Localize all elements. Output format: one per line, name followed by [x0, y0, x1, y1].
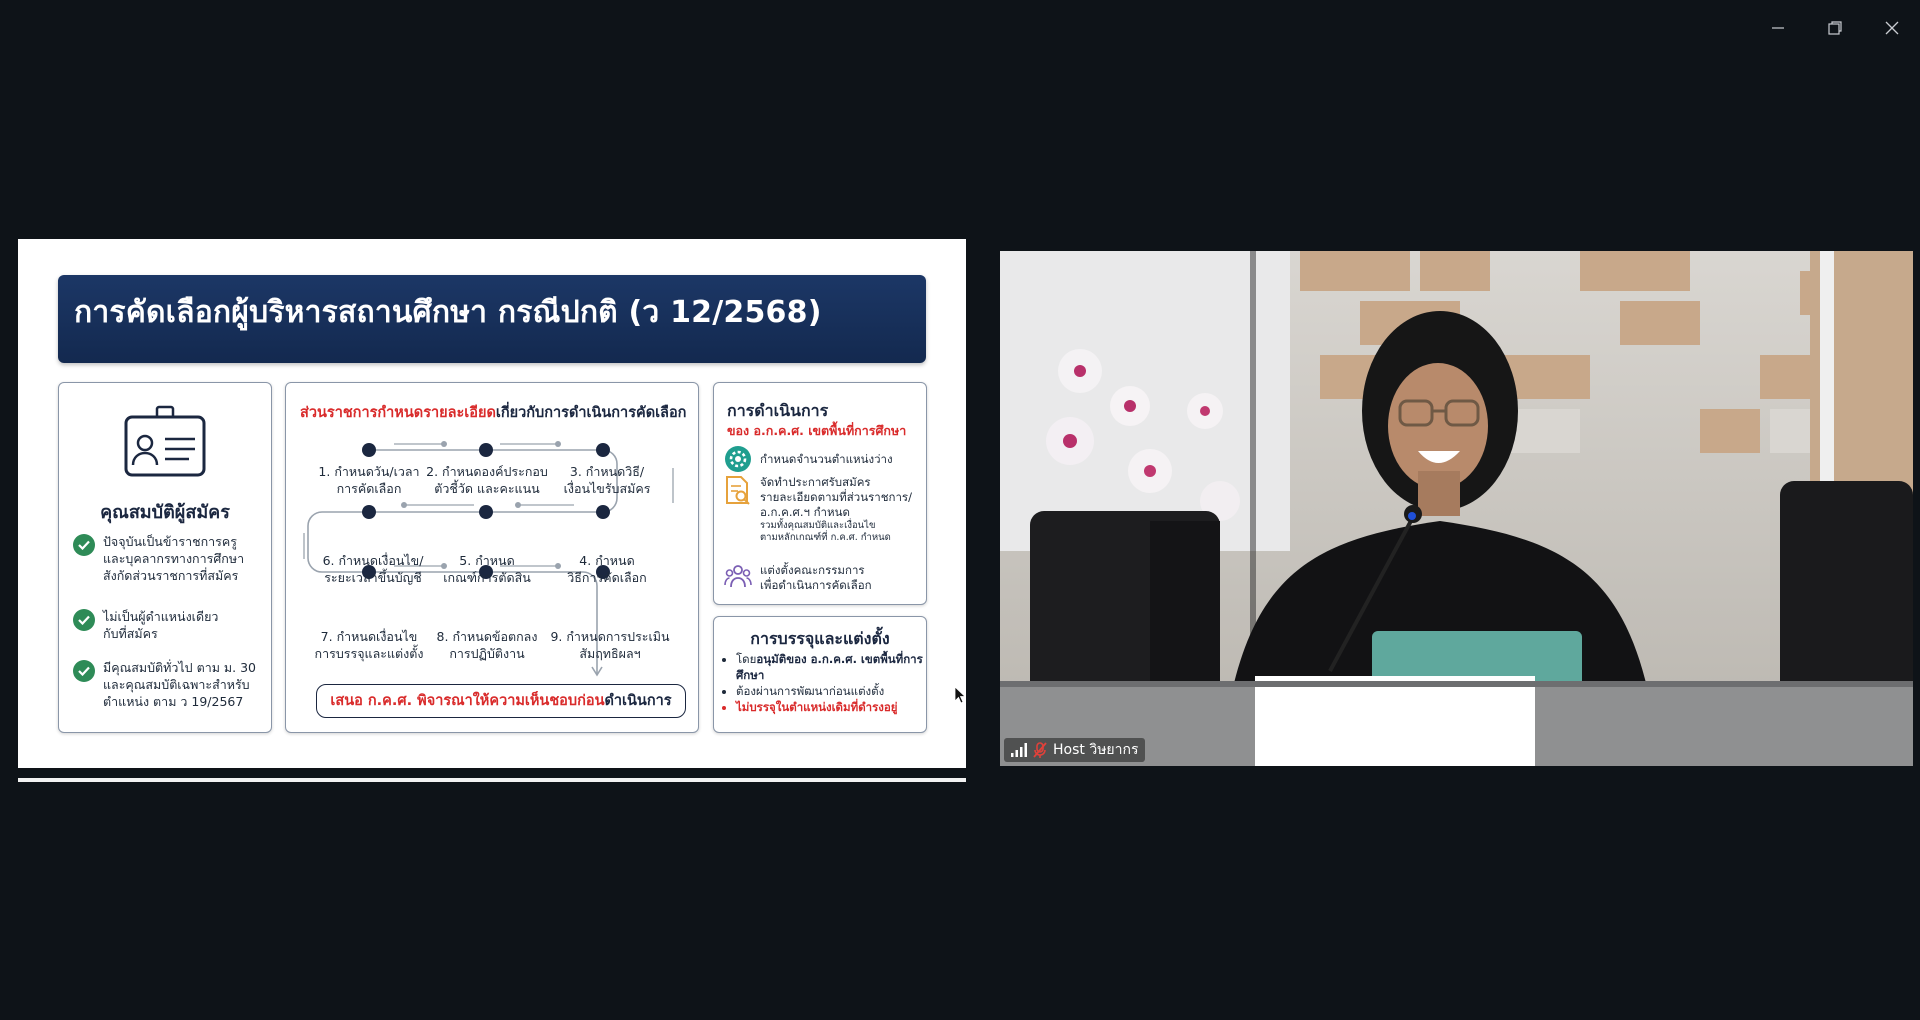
presentation-slide: การคัดเลือกผู้บริหารสถานศึกษา กรณีปกติ (…	[18, 239, 966, 768]
operation-item: กำหนดจำนวนตำแหน่งว่าง	[724, 445, 893, 473]
qualification-item: ปัจจุบันเป็นข้าราชการครู และบุคลากรทางการ…	[73, 533, 263, 584]
process-step-9: 9. กำหนดการประเมิน สัมฤทธิผลฯ	[550, 629, 670, 661]
close-icon	[1885, 21, 1898, 35]
process-step-5: 5. กำหนด เกณฑ์การตัดสิน	[443, 553, 531, 585]
qualification-item: ไม่เป็นผู้ดำแหน่งเดียว กับที่สมัคร	[73, 608, 263, 642]
appointment-list: โดยอนุมัติของ อ.ก.ค.ศ. เขตพื้นที่การศึกษ…	[722, 651, 926, 715]
check-icon	[73, 660, 95, 682]
slide-header: การคัดเลือกผู้บริหารสถานศึกษา กรณีปกติ (…	[58, 275, 926, 363]
mouse-pointer-icon	[954, 686, 966, 704]
process-step-4: 4. กำหนด วิธีการคัดเลือก	[567, 553, 647, 585]
qualifications-panel: คุณสมบัติผู้สมัคร ปัจจุบันเป็นข้าราชการค…	[58, 382, 272, 733]
slide-title: การคัดเลือกผู้บริหารสถานศึกษา กรณีปกติ (…	[74, 295, 822, 330]
shared-screen[interactable]: การคัดเลือกผู้บริหารสถานศึกษา กรณีปกติ (…	[18, 239, 966, 784]
participant-nametag: Host วิษยากร	[1004, 738, 1146, 762]
operation-subtitle: ของ อ.ก.ค.ศ. เขตพื้นที่การศึกษา	[727, 423, 907, 438]
close-button[interactable]	[1863, 0, 1920, 56]
process-step-7: 7. กำหนดเงื่อนไข การบรรจุและแต่งตั้ง	[314, 629, 424, 661]
video-tile[interactable]: Host วิษยากร	[1000, 251, 1913, 766]
minimize-icon	[1771, 27, 1784, 29]
propose-box: เสนอ ก.ค.ศ. พิจารณาให้ความเห็นชอบก่อนดำเ…	[316, 684, 686, 718]
qualification-item: มีคุณสมบัติทั่วไป ตาม ม. 30 และคุณสมบัติเ…	[73, 659, 263, 710]
process-step-3: 3. กำหนดวิธี/เงื่อนไขรับสมัคร	[563, 464, 651, 496]
committee-group-icon	[724, 565, 752, 588]
window-controls	[1749, 0, 1920, 56]
participant-video	[1000, 251, 1913, 766]
operation-item: จัดทำประกาศรับสมัคร รายละเอียดตามที่ส่วนร…	[724, 475, 912, 544]
qualifications-title: คุณสมบัติผู้สมัคร	[100, 502, 230, 523]
appointment-item: โดยอนุมัติของ อ.ก.ค.ศ. เขตพื้นที่การศึกษ…	[736, 651, 926, 683]
signal-strength-icon	[1011, 743, 1027, 757]
restore-button[interactable]	[1806, 0, 1863, 56]
participant-name: Host วิษยากร	[1053, 742, 1139, 758]
appointment-item: ไม่บรรจุในตำแหน่งเดิมที่ดำรงอยู่	[736, 699, 926, 715]
appointment-title: การบรรจุและแต่งตั้ง	[750, 629, 890, 648]
restore-icon	[1827, 21, 1842, 35]
process-step-1: 1. กำหนดวัน/เวลา การคัดเลือก	[318, 464, 420, 496]
operation-panel: การดำเนินการ ของ อ.ก.ค.ศ. เขตพื้นที่การศ…	[713, 382, 927, 605]
muted-microphone-icon	[1033, 742, 1047, 758]
check-icon	[73, 609, 95, 631]
process-panel: ส่วนราชการกำหนดรายละเอียดเกี่ยวกับการดำเ…	[285, 382, 699, 733]
gear-icon	[725, 446, 751, 472]
id-card-icon	[124, 405, 206, 477]
process-step-6: 6. กำหนดเงื่อนไข/ระยะเวลาขึ้นบัญชี	[322, 553, 424, 585]
appointment-panel: การบรรจุและแต่งตั้ง โดยอนุมัติของ อ.ก.ค.…	[713, 616, 927, 733]
appointment-item: ต้องผ่านการพัฒนาก่อนแต่งตั้ง	[736, 683, 926, 699]
process-step-8: 8. กำหนดข้อตกลง การปฏิบัติงาน	[436, 629, 538, 661]
process-step-2: 2. กำหนดองค์ประกอบ ตัวชี้วัด และคะแนน	[426, 464, 548, 496]
minimize-button[interactable]	[1749, 0, 1806, 56]
slide-progress-bar	[18, 778, 966, 782]
check-icon	[73, 534, 95, 556]
operation-item: แต่งตั้งคณะกรรมการ เพื่อดำเนินการคัดเลือก	[724, 563, 872, 593]
document-search-icon	[726, 476, 750, 505]
